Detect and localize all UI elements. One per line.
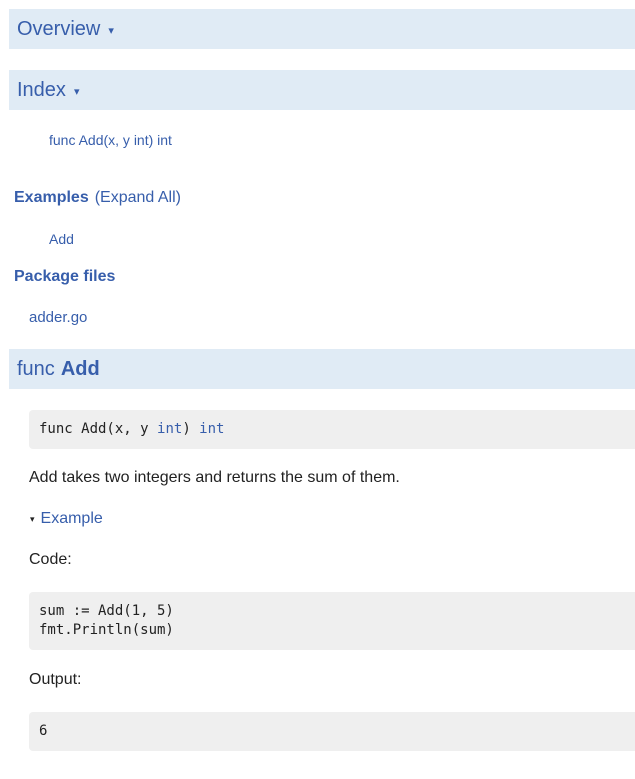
overview-section-header[interactable]: Overview ▾	[9, 9, 635, 49]
overview-title: Overview	[17, 17, 101, 40]
signature-type-int-link[interactable]: int	[157, 421, 182, 437]
package-files-title: Package files	[14, 268, 116, 285]
index-title: Index	[17, 78, 66, 101]
code-line: sum := Add(1, 5)	[39, 603, 174, 619]
func-keyword: func	[17, 357, 55, 380]
example-item-add[interactable]: Add	[49, 231, 74, 247]
code-line: fmt.Println(sum)	[39, 622, 174, 638]
index-toggle-icon: ▾	[73, 85, 80, 98]
func-description: Add takes two integers and returns the s…	[29, 469, 400, 486]
index-section-header[interactable]: Index ▾	[9, 70, 635, 110]
index-item-func-add[interactable]: func Add(x, y int) int	[49, 132, 172, 148]
file-link-adder-go[interactable]: adder.go	[29, 309, 87, 326]
example-code-block[interactable]: sum := Add(1, 5) fmt.Println(sum)	[29, 592, 635, 650]
package-files-heading: Package files	[14, 268, 115, 286]
overview-toggle-icon: ▾	[108, 24, 114, 37]
example-toggle-label: Example	[40, 510, 103, 527]
output-label: Output:	[29, 671, 82, 688]
expand-all-link[interactable]: (Expand All)	[95, 189, 181, 206]
examples-title: Examples	[14, 189, 89, 206]
func-name-link[interactable]: Add	[61, 358, 100, 381]
func-add-section-header: func Add	[9, 349, 635, 389]
example-output-block: 6	[29, 712, 635, 751]
signature-prefix: func Add(x, y	[39, 421, 158, 437]
example-toggle[interactable]: ▾ Example	[30, 510, 103, 528]
return-type-int-link[interactable]: int	[199, 421, 224, 437]
func-signature-code: func Add(x, y int) int	[29, 410, 635, 449]
signature-mid: )	[182, 421, 200, 437]
output-value: 6	[39, 723, 48, 739]
examples-heading: Examples (Expand All)	[14, 189, 181, 207]
example-expand-icon: ▾	[30, 513, 35, 524]
code-label: Code:	[29, 551, 72, 568]
